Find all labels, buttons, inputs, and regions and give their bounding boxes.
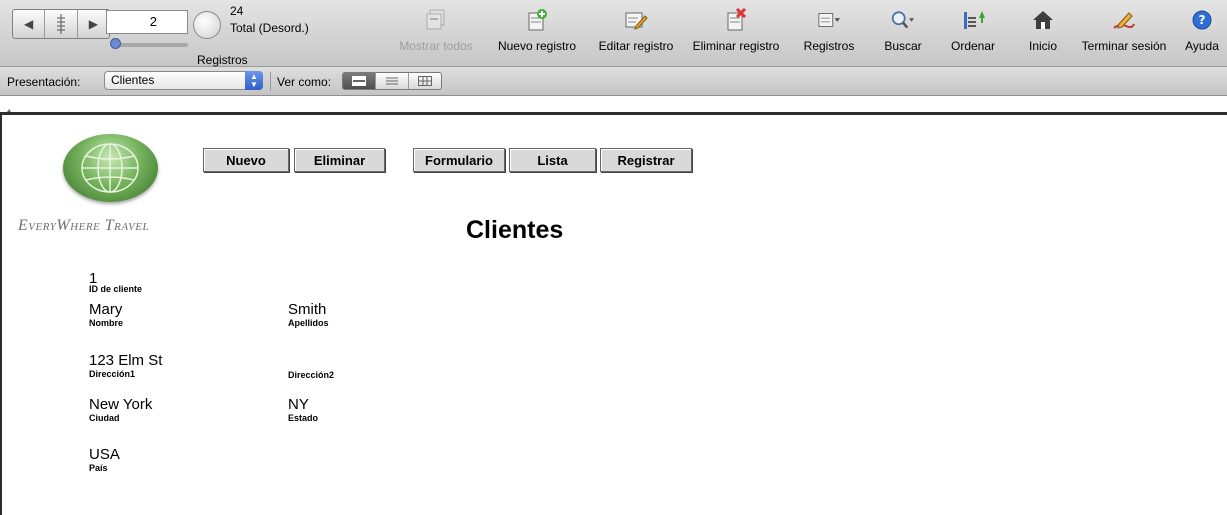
layout-bar: Presentación: Clientes ▲ ▼ Ver como: — [0, 67, 1227, 115]
sort-button[interactable]: Ordenar — [944, 8, 1002, 64]
select-arrows-icon: ▲ ▼ — [245, 71, 263, 90]
address1-label: Dirección1 — [89, 369, 136, 379]
question-icon: ? — [1190, 8, 1214, 32]
last-name-field[interactable]: Smith — [288, 301, 326, 318]
content-left-border — [0, 112, 2, 515]
layout-select-value: Clientes — [111, 73, 155, 87]
globe-grid-icon — [81, 143, 139, 193]
form-view-icon — [352, 76, 366, 86]
country-field[interactable]: USA — [89, 446, 120, 463]
country-label: País — [89, 463, 108, 473]
first-name-field[interactable]: Mary — [89, 301, 122, 318]
records-label: Registros — [197, 53, 248, 67]
status-toolbar: ◀ ▶ 2 24 Total (Desord.) Registros Mostr… — [0, 0, 1227, 67]
arrow-right-icon: ▶ — [88, 17, 98, 31]
address2-label: Dirección2 — [288, 370, 335, 380]
records-menu-icon — [817, 8, 841, 32]
form-button[interactable]: Formulario — [413, 148, 505, 172]
view-table-button[interactable] — [408, 73, 441, 89]
register-button[interactable]: Registrar — [600, 148, 692, 172]
previous-record-button[interactable]: ◀ — [13, 10, 44, 38]
globe-logo — [63, 134, 158, 202]
pen-logout-icon — [1112, 8, 1136, 32]
view-form-button[interactable] — [343, 73, 375, 89]
last-name-label: Apellidos — [288, 318, 329, 328]
edit-record-icon — [624, 8, 648, 32]
company-logo-text: EveryWhere Travel — [18, 217, 150, 234]
view-list-button[interactable] — [375, 73, 408, 89]
list-button[interactable]: Lista — [509, 148, 596, 172]
records-menu-button[interactable]: Registros — [797, 8, 861, 64]
view-as-label: Ver como: — [277, 75, 332, 89]
record-slider-track[interactable] — [112, 43, 188, 47]
home-button[interactable]: Inicio — [1024, 8, 1062, 64]
delete-record-button[interactable]: Eliminar registro — [686, 8, 786, 64]
table-view-icon — [418, 76, 432, 86]
content-top-border — [0, 112, 1227, 115]
layout-title: Clientes — [466, 216, 564, 244]
svg-text:?: ? — [1199, 13, 1206, 27]
home-icon — [1031, 8, 1055, 32]
help-button[interactable]: ? Ayuda — [1180, 8, 1224, 64]
new-record-button[interactable]: Nuevo registro — [490, 8, 584, 64]
delete-record-icon — [724, 8, 748, 32]
book-pages-icon — [56, 14, 65, 34]
record-slider-thumb[interactable] — [110, 38, 121, 49]
current-record-field[interactable]: 2 — [106, 10, 188, 34]
sort-icon — [961, 8, 985, 32]
edit-record-button[interactable]: Editar registro — [591, 8, 681, 64]
find-button[interactable]: Buscar — [880, 8, 926, 64]
record-navigator[interactable]: ◀ ▶ — [12, 9, 110, 39]
found-set-pie-icon — [193, 11, 221, 39]
city-label: Ciudad — [89, 413, 120, 423]
total-record-count: 24 — [230, 4, 244, 18]
sort-state-text: Total (Desord.) — [230, 21, 309, 35]
arrow-left-icon: ◀ — [24, 17, 34, 31]
layout-select[interactable]: Clientes ▲ ▼ — [104, 71, 263, 90]
next-record-button[interactable]: ▶ — [76, 10, 109, 38]
logout-button[interactable]: Terminar sesión — [1072, 8, 1176, 64]
delete-button[interactable]: Eliminar — [294, 148, 385, 172]
show-all-button[interactable]: Mostrar todos — [396, 8, 476, 64]
first-name-label: Nombre — [89, 318, 124, 328]
show-all-icon — [424, 8, 448, 32]
list-view-icon — [386, 77, 398, 85]
customer-id-label: ID de cliente — [89, 284, 143, 294]
new-record-icon — [525, 8, 549, 32]
layout-label: Presentación: — [7, 75, 81, 89]
city-field[interactable]: New York — [89, 396, 152, 413]
address1-field[interactable]: 123 Elm St — [89, 352, 162, 369]
state-field[interactable]: NY — [288, 396, 309, 413]
state-label: Estado — [288, 413, 319, 423]
layout-bar-divider — [270, 72, 271, 91]
view-as-control[interactable] — [342, 72, 442, 90]
book-icon — [44, 10, 76, 38]
magnifier-icon — [891, 8, 915, 32]
new-button[interactable]: Nuevo — [203, 148, 289, 172]
